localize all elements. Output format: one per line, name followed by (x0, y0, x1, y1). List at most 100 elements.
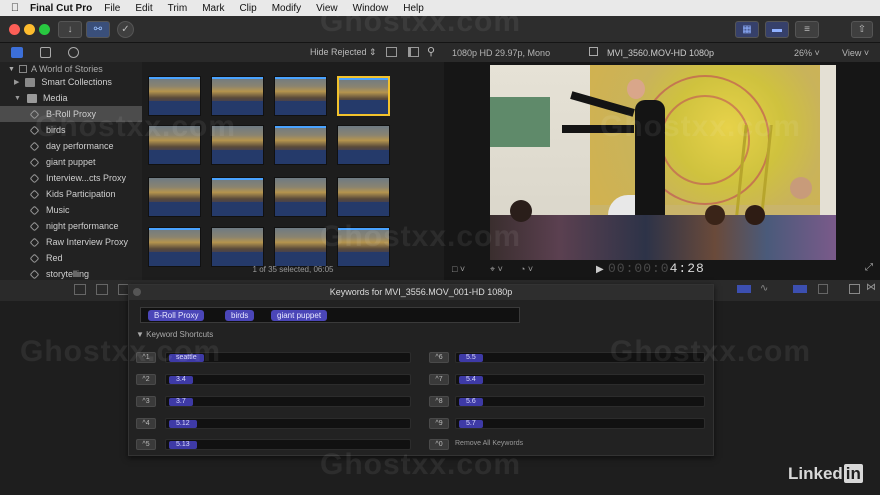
shortcut-keyword-value: 5.5 (459, 354, 483, 362)
share-icon: ⇧ (857, 24, 867, 35)
audio-skimming-icon[interactable] (737, 285, 751, 293)
shortcut-keyword-field[interactable]: 5.7 (455, 418, 705, 429)
close-window-button[interactable] (9, 24, 20, 35)
clip-thumbnail[interactable] (148, 177, 201, 217)
download-icon: ↓ (67, 24, 73, 35)
event-media-row[interactable]: ▼ Media (0, 90, 142, 106)
clip-name: MVI_3560.MOV-HD 1080p (607, 48, 715, 58)
transform-menu[interactable]: ⌖ ˅ (490, 264, 503, 275)
insert-clip-icon[interactable] (96, 284, 108, 295)
event-label: Media (42, 93, 68, 103)
sidebar-item-label: Raw Interview Proxy (46, 237, 129, 247)
shortcut-keyword-field[interactable]: 5.12 (165, 418, 411, 429)
filmstrip-icon[interactable] (408, 47, 419, 57)
clip-thumbnail[interactable] (337, 76, 390, 116)
minimize-window-button[interactable] (24, 24, 35, 35)
watermark: Ghostxx.com (320, 5, 522, 38)
menu-mark[interactable]: Mark (202, 3, 224, 14)
viewer-display-menu[interactable]: □ ˅ (452, 264, 465, 274)
menu-edit[interactable]: Edit (135, 3, 152, 14)
sidebar-item-raw-interview-proxy[interactable]: Raw Interview Proxy (0, 234, 142, 250)
clip-thumbnail[interactable] (148, 227, 201, 267)
menu-clip[interactable]: Clip (239, 3, 256, 14)
smart-collections-row[interactable]: ▶ Smart Collections (0, 74, 142, 90)
clip-thumbnail[interactable] (274, 177, 327, 217)
close-hud-button[interactable] (133, 288, 141, 296)
browser-toggle-button[interactable]: ▦ (735, 21, 759, 38)
sidebar-item-night-performance[interactable]: night performance (0, 218, 142, 234)
titles-generators-icon[interactable] (68, 47, 79, 58)
app-menu[interactable]: Final Cut Pro (30, 3, 92, 14)
keyword-tag[interactable]: giant puppet (271, 310, 328, 321)
clip-appearance-icon[interactable] (386, 47, 397, 57)
hide-rejected-filter[interactable]: Hide Rejected ⇕ (310, 47, 377, 58)
keyword-editor-button[interactable]: ⚯ (86, 21, 110, 38)
disclosure-closed-icon: ▶ (14, 79, 20, 86)
clip-thumbnail[interactable] (211, 177, 264, 217)
speed-menu[interactable]: ◔ ˅ (520, 264, 533, 274)
sidebar-item-red[interactable]: Red (0, 250, 142, 266)
keyword-icon (29, 157, 40, 167)
share-button[interactable]: ⇧ (851, 21, 873, 38)
shortcut-keyword-value: 5.4 (459, 376, 483, 384)
clip-appearance-timeline-icon[interactable] (849, 284, 860, 294)
shortcut-key-label: ^7 (429, 374, 449, 385)
sliders-icon: ≡ (804, 24, 810, 35)
libraries-icon[interactable] (11, 47, 23, 58)
keyword-icon (29, 221, 40, 231)
import-button[interactable]: ↓ (58, 21, 82, 38)
shortcut-keyword-field[interactable]: 3.4 (165, 374, 411, 385)
sidebar-header (0, 43, 142, 62)
clip-thumbnail[interactable] (211, 227, 264, 267)
clip-thumbnail[interactable] (337, 125, 390, 165)
menu-file[interactable]: File (104, 3, 120, 14)
solo-icon[interactable] (793, 285, 807, 293)
photos-audio-icon[interactable] (40, 47, 51, 58)
sidebar-item-label: Interview...cts Proxy (46, 173, 127, 183)
view-menu[interactable]: View ˅ (842, 48, 869, 58)
disclosure-open-icon: ▼ (14, 94, 21, 102)
fullscreen-icon[interactable]: ⤢ (865, 262, 873, 273)
sidebar-item-label: night performance (46, 221, 119, 231)
clip-thumbnail[interactable] (337, 177, 390, 217)
keyword-icon (29, 173, 40, 183)
menu-trim[interactable]: Trim (168, 3, 188, 14)
keyword-icon (29, 189, 40, 199)
timeline-toggle-button[interactable]: ▬ (765, 21, 789, 38)
apple-menu-icon[interactable]:  (0, 2, 30, 14)
browser-icon: ▦ (742, 24, 752, 35)
connect-clip-icon[interactable] (74, 284, 86, 295)
libraries-sidebar: ▼ A World of Stories ▶ Smart Collections… (0, 43, 142, 280)
sidebar-item-label: storytelling (46, 269, 90, 279)
check-icon: ✓ (121, 24, 130, 35)
keyword-tag[interactable]: B-Roll Proxy (148, 310, 205, 321)
watermark: Ghostxx.com (600, 110, 802, 143)
timecode-display[interactable]: 00:00:04:28 (608, 261, 705, 276)
sidebar-item-giant-puppet[interactable]: giant puppet (0, 154, 142, 170)
zoom-window-button[interactable] (39, 24, 50, 35)
waveform-icon[interactable]: ∿ (760, 283, 768, 294)
sidebar-item-kids-participation[interactable]: Kids Participation (0, 186, 142, 202)
snapping-icon[interactable] (818, 284, 828, 294)
sidebar-item-music[interactable]: Music (0, 202, 142, 218)
shortcut-keyword-field[interactable]: 5.4 (455, 374, 705, 385)
inspector-toggle-button[interactable]: ≡ (795, 21, 819, 38)
play-button[interactable]: ▶ (596, 264, 604, 275)
search-icon[interactable]: ⚲ (427, 45, 435, 58)
shortcut-keyword-field[interactable]: 5.6 (455, 396, 705, 407)
clip-thumbnail[interactable] (274, 125, 327, 165)
applied-keywords-field[interactable]: B-Roll Proxy birds giant puppet (140, 307, 520, 323)
background-tasks-button[interactable]: ✓ (117, 21, 134, 38)
shortcut-keyword-field[interactable]: 3.7 (165, 396, 411, 407)
clip-thumbnail[interactable] (274, 76, 327, 116)
keyword-icon (29, 269, 40, 279)
video-frame (490, 65, 836, 260)
shortcut-key-label: ^6 (429, 352, 449, 363)
shortcut-key-label: ^5 (136, 439, 156, 450)
menu-modify[interactable]: Modify (272, 3, 301, 14)
zoom-menu[interactable]: 26% ˅ (794, 48, 820, 58)
sidebar-item-interview-proxy[interactable]: Interview...cts Proxy (0, 170, 142, 186)
folder-icon (25, 77, 36, 87)
effects-browser-icon[interactable]: ⋈ (866, 282, 876, 293)
keyword-tag[interactable]: birds (225, 310, 255, 321)
